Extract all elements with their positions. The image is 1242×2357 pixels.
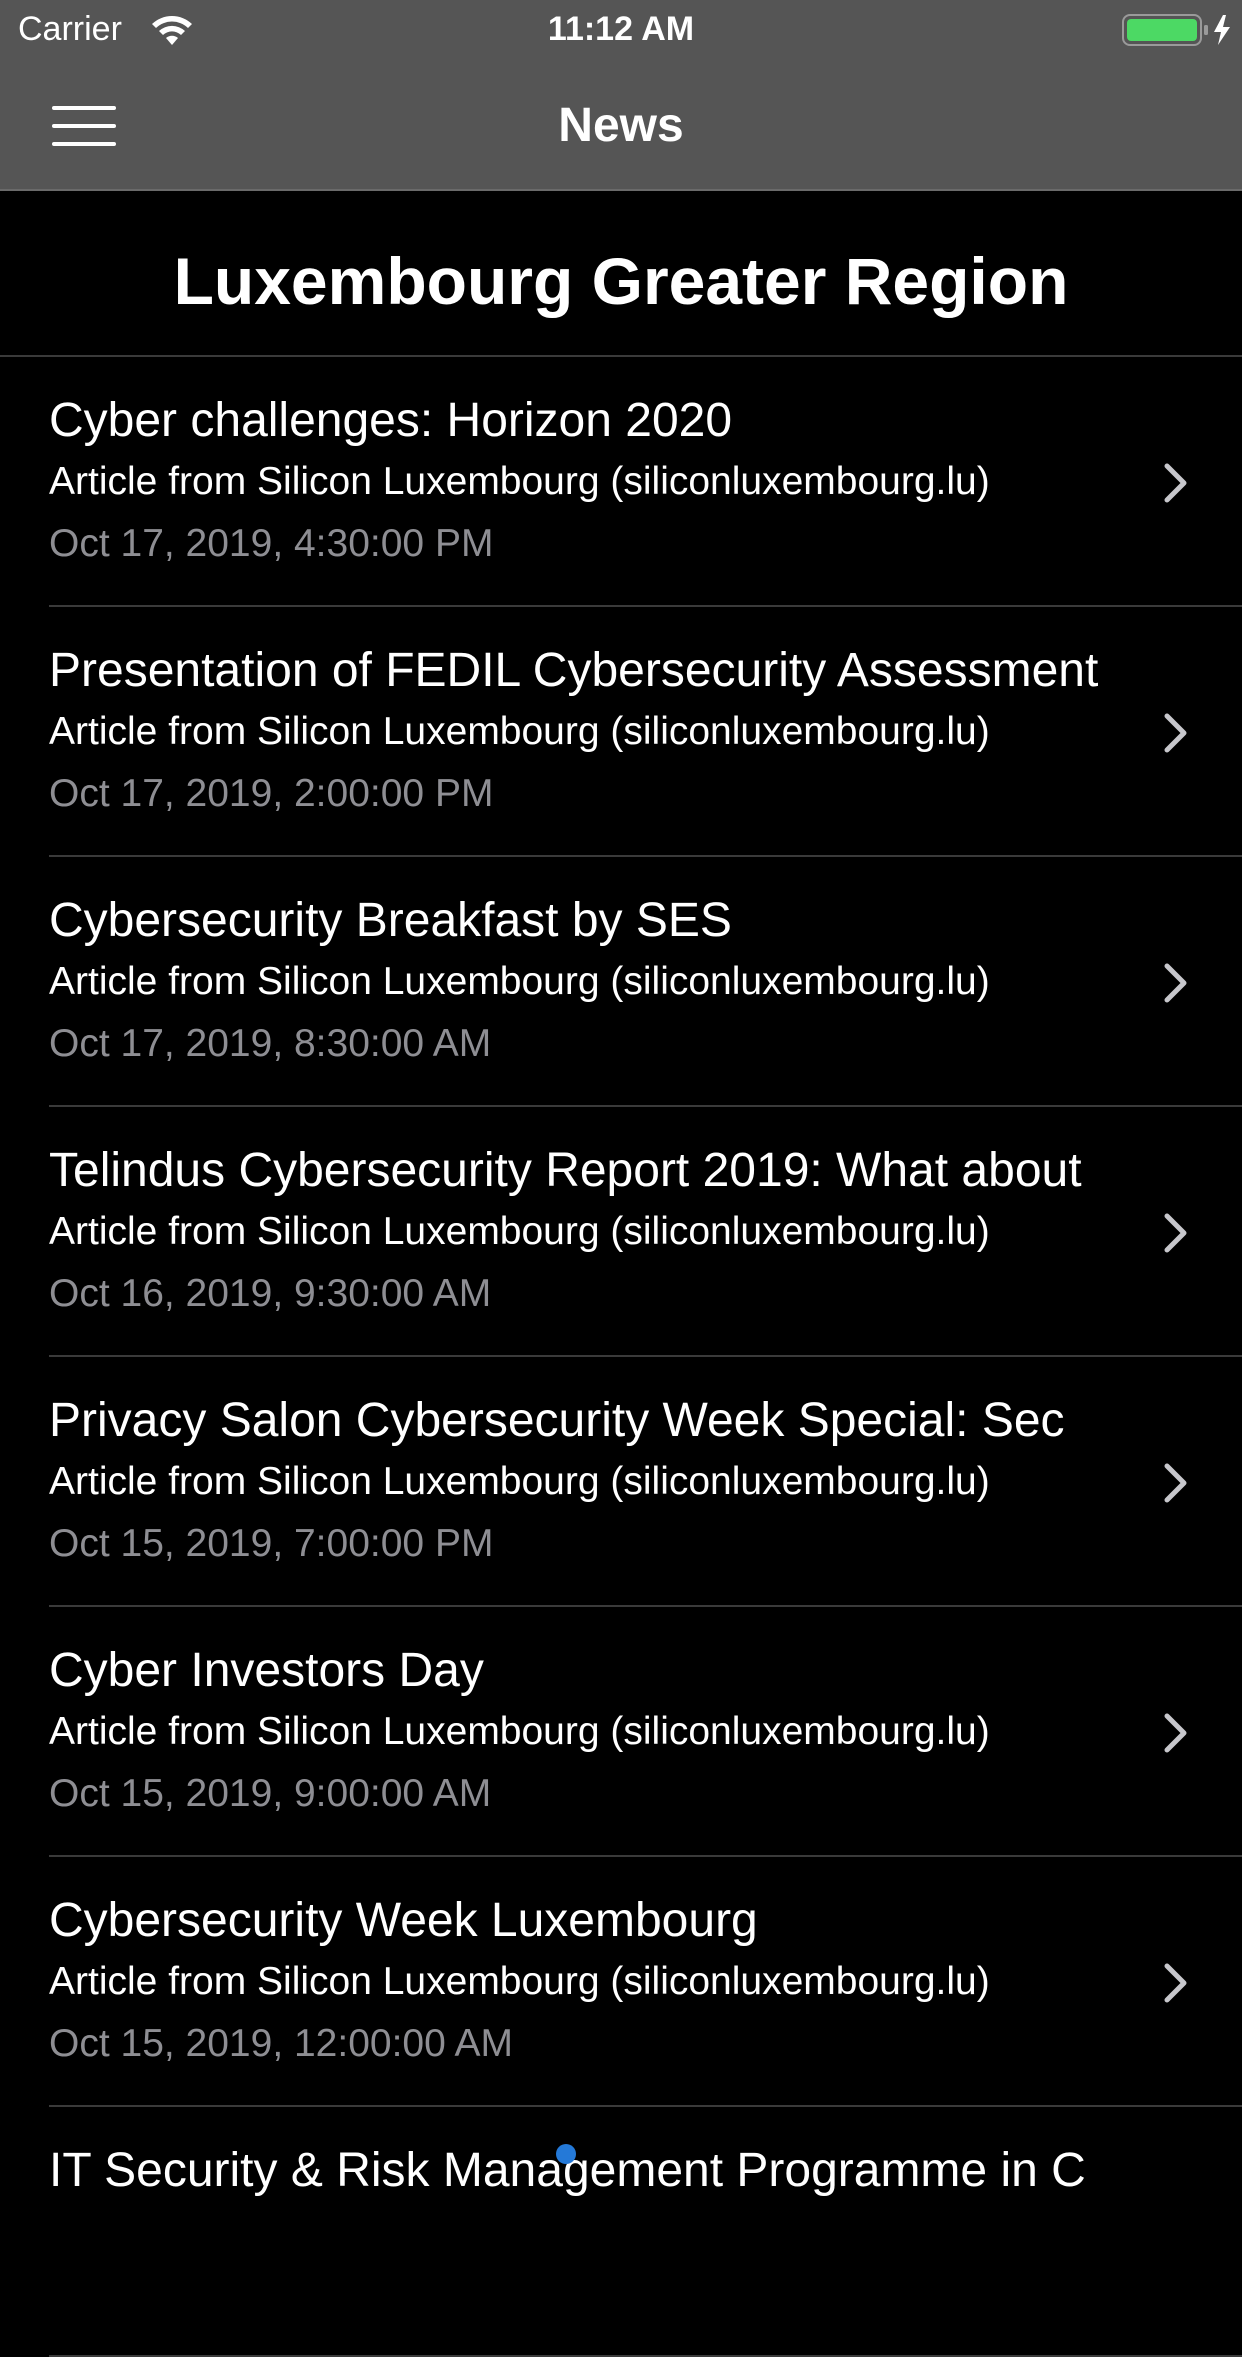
news-date: Oct 17, 2019, 8:30:00 AM	[49, 1022, 492, 1065]
news-source: Article from Silicon Luxembourg (silicon…	[49, 1460, 990, 1503]
news-list-item[interactable]: Presentation of FEDIL Cybersecurity Asse…	[0, 607, 1242, 857]
news-list-item[interactable]: Cyber Investors Day Article from Silicon…	[0, 1607, 1242, 1857]
section-header: Luxembourg Greater Region	[0, 191, 1242, 357]
news-list-item[interactable]: IT Security & Risk Management Programme …	[0, 2107, 1242, 2357]
news-date: Oct 15, 2019, 9:00:00 AM	[49, 1772, 492, 1815]
status-time: 11:12 AM	[547, 10, 695, 48]
chevron-right-icon	[1164, 1713, 1187, 1753]
chevron-right-icon	[1164, 963, 1187, 1003]
news-source: Article from Silicon Luxembourg (silicon…	[49, 460, 990, 503]
chevron-right-icon	[1164, 1463, 1187, 1503]
news-list-item[interactable]: Telindus Cybersecurity Report 2019: What…	[0, 1107, 1242, 1357]
status-bar: Carrier 11:12 AM	[0, 0, 1242, 62]
news-source: Article from Silicon Luxembourg (silicon…	[49, 960, 990, 1003]
news-date: Oct 15, 2019, 7:00:00 PM	[49, 1522, 494, 1565]
scroll-indicator	[556, 2144, 576, 2164]
news-list-item[interactable]: Cybersecurity Week Luxembourg Article fr…	[0, 1857, 1242, 2107]
news-list-item[interactable]: Cybersecurity Breakfast by SES Article f…	[0, 857, 1242, 1107]
news-date: Oct 17, 2019, 2:00:00 PM	[49, 772, 494, 815]
chevron-right-icon	[1164, 713, 1187, 753]
news-title: Cyber challenges: Horizon 2020	[49, 394, 733, 447]
news-title: Cyber Investors Day	[49, 1644, 484, 1697]
news-date: Oct 16, 2019, 9:30:00 AM	[49, 1272, 492, 1315]
news-title: Telindus Cybersecurity Report 2019: What…	[49, 1144, 1082, 1197]
news-source: Article from Silicon Luxembourg (silicon…	[49, 1210, 990, 1253]
chevron-right-icon	[1164, 463, 1187, 503]
page-title: News	[558, 99, 684, 152]
chevron-right-icon	[1164, 1213, 1187, 1253]
news-source: Article from Silicon Luxembourg (silicon…	[49, 1710, 990, 1753]
battery-charging-icon	[1122, 14, 1230, 46]
news-title: Cybersecurity Week Luxembourg	[49, 1894, 758, 1947]
news-source: Article from Silicon Luxembourg (silicon…	[49, 710, 990, 753]
news-list: Cyber challenges: Horizon 2020 Article f…	[0, 357, 1242, 2357]
section-title: Luxembourg Greater Region	[173, 244, 1069, 318]
news-date: Oct 17, 2019, 4:30:00 PM	[49, 522, 494, 565]
chevron-right-icon	[1164, 1963, 1187, 2003]
navigation-bar: News	[0, 62, 1242, 191]
news-list-item[interactable]: Privacy Salon Cybersecurity Week Special…	[0, 1357, 1242, 1607]
news-title: Presentation of FEDIL Cybersecurity Asse…	[49, 644, 1099, 697]
news-source: Article from Silicon Luxembourg (silicon…	[49, 1960, 990, 2003]
news-date: Oct 15, 2019, 12:00:00 AM	[49, 2022, 513, 2065]
news-title: Cybersecurity Breakfast by SES	[49, 894, 732, 947]
news-list-item[interactable]: Cyber challenges: Horizon 2020 Article f…	[0, 357, 1242, 607]
news-title: IT Security & Risk Management Programme …	[49, 2144, 1086, 2197]
news-title: Privacy Salon Cybersecurity Week Special…	[49, 1394, 1065, 1447]
